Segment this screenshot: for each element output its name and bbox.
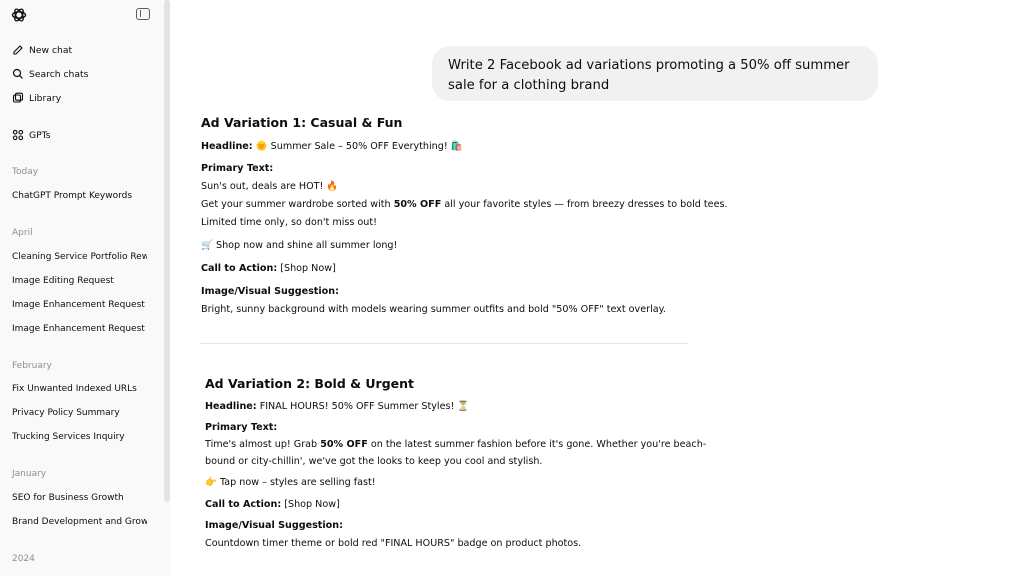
new-chat-button[interactable]: New chat xyxy=(12,42,72,58)
new-chat-icon xyxy=(12,44,24,56)
ad2-cta-text: [Shop Now] xyxy=(281,499,340,510)
gpts-button[interactable]: GPTs xyxy=(12,127,51,143)
section-2024: 2024 xyxy=(12,554,35,564)
gpts-icon xyxy=(12,129,24,141)
library-icon xyxy=(12,92,24,104)
history-item[interactable]: Brand Development and Grow... xyxy=(12,517,147,527)
toggle-sidebar-icon[interactable] xyxy=(136,8,150,20)
ad1-discount-text: 50% OFF xyxy=(393,199,442,210)
history-item[interactable]: ChatGPT Prompt Keywords xyxy=(12,191,147,201)
search-chats-button[interactable]: Search chats xyxy=(12,66,88,82)
sidebar: New chat Search chats Library GPTs Today… xyxy=(0,0,170,576)
ad2-primary-label: Primary Text: xyxy=(205,422,278,433)
history-item[interactable]: Fix Unwanted Indexed URLs xyxy=(12,384,147,394)
ad1-primary-line: Limited time only, so don't miss out! xyxy=(201,217,377,228)
ad1-line-text: all your favorite styles — from breezy d… xyxy=(441,199,728,210)
ad1-line-text: Get your summer wardrobe sorted with xyxy=(201,199,394,210)
ad1-shop-line: 🛒 Shop now and shine all summer long! xyxy=(201,240,398,251)
search-chats-label: Search chats xyxy=(29,68,89,80)
ad2-discount-text: 50% OFF xyxy=(320,439,368,450)
ad1-title: Ad Variation 1: Casual & Fun xyxy=(201,115,403,130)
history-item[interactable]: Image Enhancement Request xyxy=(12,300,147,310)
ad1-visual-text: Bright, sunny background with models wea… xyxy=(201,304,666,315)
ad2-headline-text: FINAL HOURS! 50% OFF Summer Styles! ⏳ xyxy=(256,401,470,412)
search-icon xyxy=(12,68,24,80)
ad2-line-text: on the latest summer fashion before it's… xyxy=(367,439,707,450)
new-chat-label: New chat xyxy=(29,44,73,56)
history-item[interactable]: Trucking Services Inquiry xyxy=(12,432,147,442)
ad2-cta: Call to Action: [Shop Now] xyxy=(205,496,340,514)
library-button[interactable]: Library xyxy=(12,90,61,106)
ad2-primary-line: bound or city-chillin', we've got the lo… xyxy=(205,456,543,467)
ad1-cta: Call to Action: [Shop Now] xyxy=(201,260,336,278)
library-label: Library xyxy=(29,92,62,104)
ad1-headline-text: 🌞 Summer Sale – 50% OFF Everything! 🛍️ xyxy=(252,141,463,152)
ad2-headline: Headline: FINAL HOURS! 50% OFF Summer St… xyxy=(205,398,469,416)
ad2-visual-text: Countdown timer theme or bold red "FINAL… xyxy=(205,538,582,549)
ad1-headline: Headline: 🌞 Summer Sale – 50% OFF Everyt… xyxy=(201,138,463,156)
ad1-headline-label: Headline: xyxy=(201,141,253,152)
section-today: Today xyxy=(12,167,39,177)
ad2-primary-line: Time's almost up! Grab 50% OFF on the la… xyxy=(205,436,706,454)
user-message-bubble: Write 2 Facebook ad variations promoting… xyxy=(432,46,878,101)
history-item[interactable]: Image Enhancement Request xyxy=(12,324,147,334)
ad2-cta-label: Call to Action: xyxy=(205,499,282,510)
user-message-text: Write 2 Facebook ad variations promoting… xyxy=(448,58,850,93)
ad1-cta-text: [Shop Now] xyxy=(277,263,336,274)
section-january: January xyxy=(12,469,47,479)
section-february: February xyxy=(12,361,52,371)
history-item[interactable]: Cleaning Service Portfolio Rew... xyxy=(12,252,147,262)
gpts-label: GPTs xyxy=(29,129,51,141)
ad1-primary-line: Get your summer wardrobe sorted with 50%… xyxy=(201,196,728,214)
history-item[interactable]: SEO for Business Growth xyxy=(12,493,147,503)
ad2-title: Ad Variation 2: Bold & Urgent xyxy=(205,376,414,391)
section-april: April xyxy=(12,228,33,238)
divider xyxy=(200,343,688,344)
ad2-line-text: Time's almost up! Grab xyxy=(205,439,321,450)
openai-logo-icon[interactable] xyxy=(11,7,27,23)
ad1-cta-label: Call to Action: xyxy=(201,263,278,274)
ad1-primary-line: Sun's out, deals are HOT! 🔥 xyxy=(201,181,339,192)
ad2-headline-label: Headline: xyxy=(205,401,257,412)
history-item[interactable]: Image Editing Request xyxy=(12,276,147,286)
history-item[interactable]: Privacy Policy Summary xyxy=(12,408,147,418)
ad2-tap-line: 👉 Tap now – styles are selling fast! xyxy=(205,477,376,488)
sidebar-scrollbar[interactable] xyxy=(164,0,170,502)
ad1-visual-label: Image/Visual Suggestion: xyxy=(201,286,339,297)
ad1-primary-label: Primary Text: xyxy=(201,163,274,174)
ad2-visual-label: Image/Visual Suggestion: xyxy=(205,520,343,531)
